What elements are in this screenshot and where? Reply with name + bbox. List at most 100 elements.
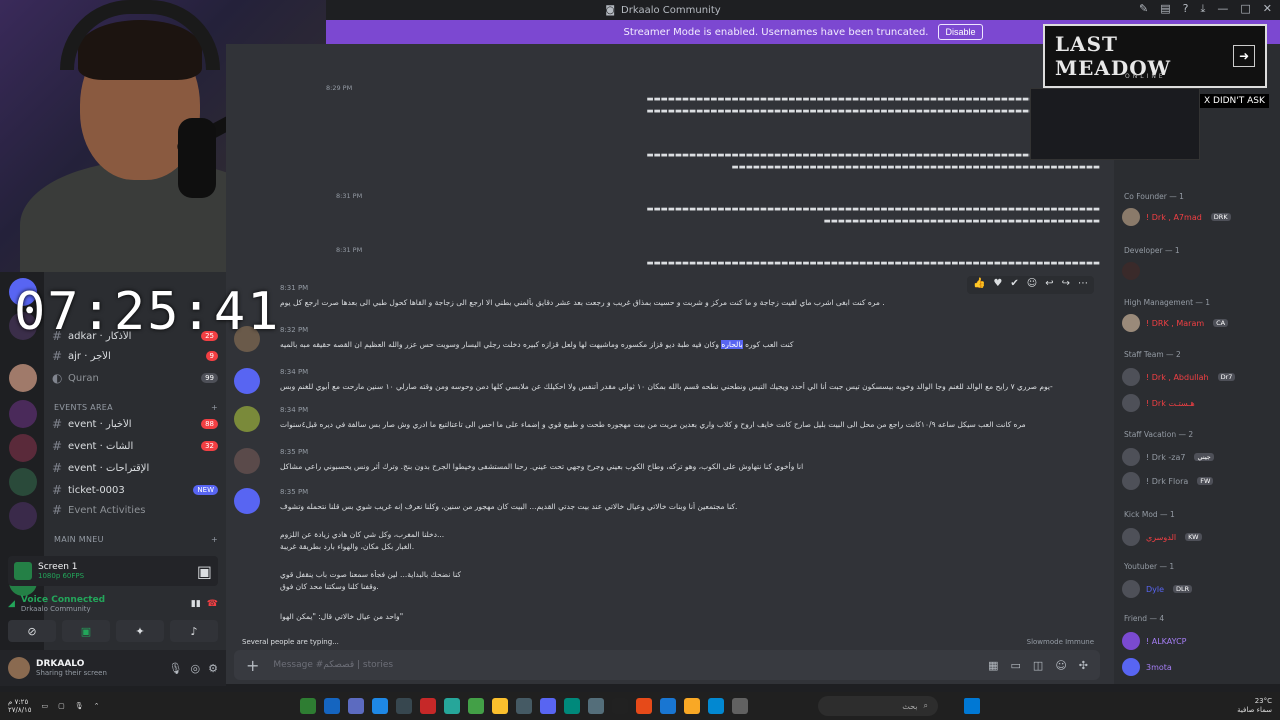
emoji-icon[interactable]: ☺ xyxy=(1055,659,1066,672)
member-item[interactable]: ! Drk هـستـت xyxy=(1122,392,1274,414)
member-item[interactable]: ! Drk -za7 جيني xyxy=(1122,446,1274,468)
weather-widget[interactable]: 23°C سماء صافية xyxy=(1237,697,1272,715)
tray-clock[interactable]: ٧:٢٥ م ٢٧/٨/١٥ xyxy=(8,698,32,714)
add-channel-icon[interactable]: + xyxy=(211,535,218,544)
app-icon[interactable] xyxy=(372,698,388,714)
steam-icon[interactable] xyxy=(396,698,412,714)
chat-message[interactable]: 8:34 PM يوم صرري ٧ رايح مع الوالد للغنم … xyxy=(234,368,1100,398)
message-body: كنا مجتمعين أنا وبنات خالاتي وعيال خالات… xyxy=(280,502,738,511)
chat-message[interactable]: 8:32 PM كنت العب كوره بالحاره وكان فيه ط… xyxy=(234,326,1100,356)
channel-item[interactable]: # event · الشات 32 xyxy=(52,436,218,456)
file-explorer-icon[interactable] xyxy=(684,698,700,714)
member-name: ! Drk Flora xyxy=(1146,476,1189,486)
server-icon[interactable] xyxy=(9,468,37,496)
sticker-icon[interactable]: ◫ xyxy=(1033,659,1043,672)
member-item[interactable]: الدوسري KW xyxy=(1122,526,1274,548)
avatar[interactable] xyxy=(234,488,260,514)
display-icon[interactable]: ▢ xyxy=(58,702,65,710)
download-icon[interactable]: ⤓ xyxy=(1201,2,1206,16)
user-info[interactable]: DRKAALO Sharing their screen xyxy=(36,659,107,677)
disable-streamer-mode-button[interactable]: Disable xyxy=(938,24,983,40)
avatar[interactable] xyxy=(234,368,260,394)
message-input[interactable]: Message #قصصكم | stories xyxy=(273,660,974,670)
category-header[interactable]: EVENTS AREA + xyxy=(54,400,218,414)
windows-start-icon[interactable] xyxy=(964,698,980,714)
noise-suppression-icon[interactable]: ▮▮ xyxy=(191,599,201,609)
chat-message[interactable]: 8:34 PM مره كانت العب سيكل ساعه ١٠/٩كانت… xyxy=(234,406,1100,436)
mic-tray-icon[interactable]: 🎙 xyxy=(75,702,84,710)
camera-button[interactable]: ⊘ xyxy=(8,620,56,642)
server-icon[interactable] xyxy=(9,400,37,428)
app-icon[interactable] xyxy=(444,698,460,714)
attach-plus-icon[interactable]: + xyxy=(246,656,259,675)
message-header: 8:34 PM xyxy=(280,368,308,376)
channel-item[interactable]: # Event Activities xyxy=(52,500,218,520)
app-icon[interactable] xyxy=(660,698,676,714)
app-icon[interactable] xyxy=(324,698,340,714)
user-controls: 🎙 ◎ ⚙ xyxy=(169,662,218,675)
avatar[interactable] xyxy=(8,657,30,679)
app-icon[interactable] xyxy=(420,698,436,714)
member-name: ! DRK , Maram xyxy=(1146,318,1205,328)
channel-item[interactable]: # ajr · الأجر 9 xyxy=(52,346,218,366)
server-icon[interactable] xyxy=(9,502,37,530)
app-icon[interactable] xyxy=(636,698,652,714)
member-item[interactable]: Dyle DLR xyxy=(1122,578,1274,600)
chat-message[interactable]: 8:31 PM مره كنت ابغى اشرب ماي لقيت زجاجة… xyxy=(234,284,1100,310)
gift-icon[interactable]: ▦ xyxy=(988,659,998,672)
voice-connected-label[interactable]: Voice Connected xyxy=(21,595,185,605)
chat-message[interactable]: 8:35 PM كنا مجتمعين أنا وبنات خالاتي وعي… xyxy=(234,488,1100,628)
battery-icon[interactable]: ▭ xyxy=(42,702,49,710)
popout-icon[interactable]: ▣ xyxy=(197,562,212,581)
member-item[interactable] xyxy=(1122,260,1274,282)
chat-message[interactable]: 8:35 PM انا وأخوي كنا نتهاوش على الكوب، … xyxy=(234,448,1100,478)
settings-gear-icon[interactable]: ⚙ xyxy=(208,662,218,675)
server-icon[interactable] xyxy=(9,434,37,462)
add-channel-icon[interactable]: + xyxy=(211,403,218,412)
headphones-icon[interactable]: ◎ xyxy=(191,662,201,675)
chrome-icon[interactable] xyxy=(492,698,508,714)
channel-item[interactable]: # event · الأخبار 88 xyxy=(52,414,218,434)
whatsapp-icon[interactable] xyxy=(468,698,484,714)
last-meadow-banner[interactable]: LAST MEADOW ONLINE ➜ xyxy=(1043,24,1267,88)
channel-item[interactable]: # event · الإقتراحات xyxy=(52,458,218,478)
app-icon[interactable] xyxy=(612,698,628,714)
avatar[interactable] xyxy=(234,448,260,474)
member-item[interactable]: ! DRK , Maram CA xyxy=(1122,312,1274,334)
app-icon[interactable] xyxy=(300,698,316,714)
member-item[interactable]: ! ALKAYCP xyxy=(1122,630,1274,652)
close-button[interactable]: ✕ xyxy=(1263,2,1272,16)
avatar[interactable] xyxy=(234,406,260,432)
chevron-up-icon[interactable]: ⌃ xyxy=(94,702,100,710)
app-icon[interactable] xyxy=(732,698,748,714)
app-icon[interactable] xyxy=(348,698,364,714)
gif-icon[interactable]: ▭ xyxy=(1011,659,1021,672)
inbox-icon[interactable]: ▤ xyxy=(1160,2,1170,16)
member-item[interactable]: ! Drk , A7mad DRK xyxy=(1122,206,1274,228)
taskbar-search[interactable]: بحث ⌕ xyxy=(818,696,938,716)
activities-button[interactable]: ✦ xyxy=(116,620,164,642)
soundboard-button[interactable]: ♪ xyxy=(170,620,218,642)
app-icon[interactable] xyxy=(564,698,580,714)
server-icon[interactable] xyxy=(9,364,37,392)
app-icon[interactable] xyxy=(588,698,604,714)
app-icon[interactable] xyxy=(516,698,532,714)
apps-icon[interactable]: ✣ xyxy=(1079,659,1088,672)
disconnect-icon[interactable]: ☎ xyxy=(207,599,218,609)
minimize-button[interactable]: — xyxy=(1217,2,1228,16)
maximize-button[interactable]: □ xyxy=(1240,2,1250,16)
edge-icon[interactable] xyxy=(708,698,724,714)
screen-share-panel[interactable]: Screen 1 1080p 60FPS ▣ xyxy=(8,556,218,586)
voice-actions: ⊘ ▣ ✦ ♪ xyxy=(8,620,218,642)
channel-item[interactable]: ◐ Quran 99 xyxy=(52,368,218,388)
discord-icon[interactable] xyxy=(540,698,556,714)
screen-share-button[interactable]: ▣ xyxy=(62,620,110,642)
category-header[interactable]: MAIN MNEU + xyxy=(54,532,218,546)
help-icon[interactable]: ? xyxy=(1183,2,1189,16)
member-item[interactable]: ! Drk Flora FW xyxy=(1122,470,1274,492)
mic-icon[interactable]: 🎙 xyxy=(169,662,183,675)
member-item[interactable]: 3mota xyxy=(1122,656,1274,678)
member-item[interactable]: ! Drk , Abdullah Dr7 xyxy=(1122,366,1274,388)
nitro-icon[interactable]: ✎ xyxy=(1139,2,1148,16)
channel-item[interactable]: # ticket-0003 NEW xyxy=(52,480,218,500)
